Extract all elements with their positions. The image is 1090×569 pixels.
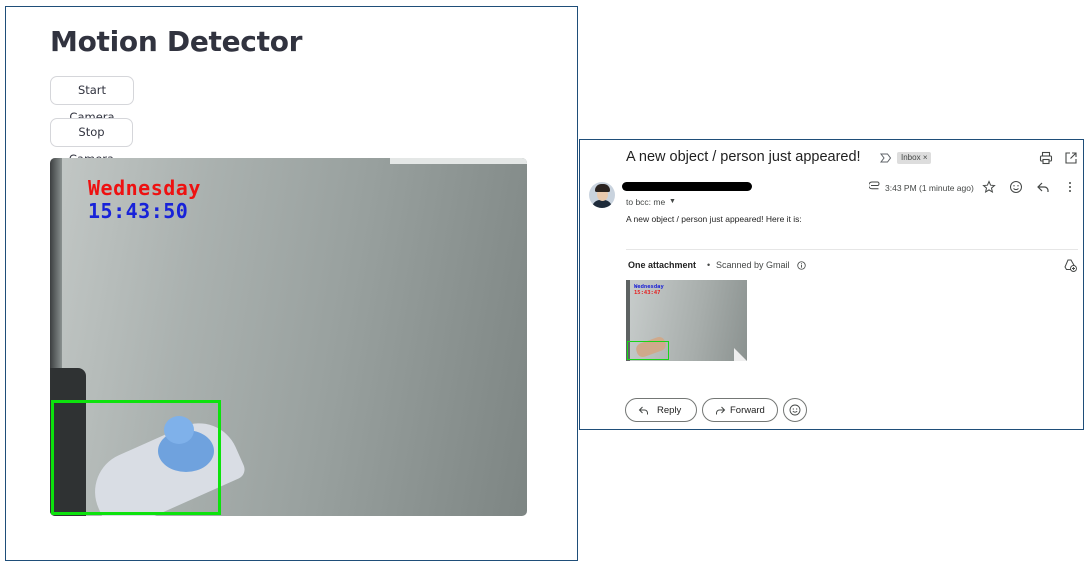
- recipient-line: to bcc: me: [626, 197, 666, 207]
- camera-scene-light: [390, 158, 527, 164]
- email-view: A new object / person just appeared! Inb…: [579, 139, 1084, 430]
- email-subject: A new object / person just appeared!: [626, 149, 861, 165]
- attachments-separator: •: [707, 260, 711, 270]
- camera-time-stamp: 15:43:50: [88, 199, 189, 223]
- forward-button-label: Forward: [730, 405, 765, 416]
- avatar-hair: [595, 184, 610, 192]
- sender-avatar[interactable]: [589, 182, 615, 208]
- star-icon[interactable]: [982, 180, 996, 194]
- thumbnail-motion-box: [627, 341, 669, 360]
- stop-camera-button[interactable]: Stop Camera: [50, 118, 133, 166]
- email-body: A new object / person just appeared! Her…: [626, 214, 802, 224]
- recipient-details-dropdown-icon[interactable]: ▼: [669, 198, 676, 205]
- add-to-drive-icon[interactable]: [1063, 258, 1077, 272]
- thumbnail-time-stamp: 15:43:47: [634, 290, 661, 296]
- more-options-icon[interactable]: [1063, 180, 1077, 194]
- page-title: Motion Detector: [50, 25, 303, 58]
- open-in-new-window-icon[interactable]: [1064, 151, 1078, 165]
- reply-button-label: Reply: [657, 405, 682, 416]
- remove-label-icon[interactable]: ×: [923, 153, 928, 162]
- thumbnail-page-curl: [734, 348, 747, 361]
- emoji-icon: [789, 404, 801, 416]
- attachment-thumbnail[interactable]: Wednesday 15:43:47: [626, 280, 747, 361]
- info-icon[interactable]: [797, 261, 806, 270]
- sender-name-redacted: [622, 182, 752, 191]
- forward-icon: [716, 406, 726, 415]
- reply-icon: [638, 406, 648, 415]
- reply-button[interactable]: Reply: [625, 398, 697, 422]
- avatar-shirt: [592, 200, 612, 208]
- received-time: 3:43 PM (1 minute ago): [885, 183, 974, 193]
- attachments-heading: One attachment: [628, 260, 697, 270]
- camera-day-stamp: Wednesday: [88, 176, 201, 200]
- start-camera-button[interactable]: Start Camera: [50, 76, 134, 124]
- motion-bounding-box: [51, 400, 221, 515]
- forward-button[interactable]: Forward: [702, 398, 778, 422]
- print-icon[interactable]: [1039, 151, 1053, 165]
- camera-feed: Wednesday 15:43:50: [50, 158, 527, 516]
- emoji-reaction-button[interactable]: [783, 398, 807, 422]
- inbox-label-text: Inbox: [901, 153, 921, 162]
- inbox-label-chip[interactable]: Inbox ×: [897, 152, 932, 164]
- emoji-reaction-icon[interactable]: [1009, 180, 1023, 194]
- reply-icon[interactable]: [1036, 180, 1050, 194]
- attachment-divider: [626, 249, 1078, 250]
- scanned-by-gmail-text: Scanned by Gmail: [716, 260, 790, 270]
- motion-detector-app: Motion Detector Start Camera Stop Camera…: [5, 6, 578, 561]
- important-icon[interactable]: [880, 152, 892, 164]
- paperclip-icon: [869, 181, 880, 190]
